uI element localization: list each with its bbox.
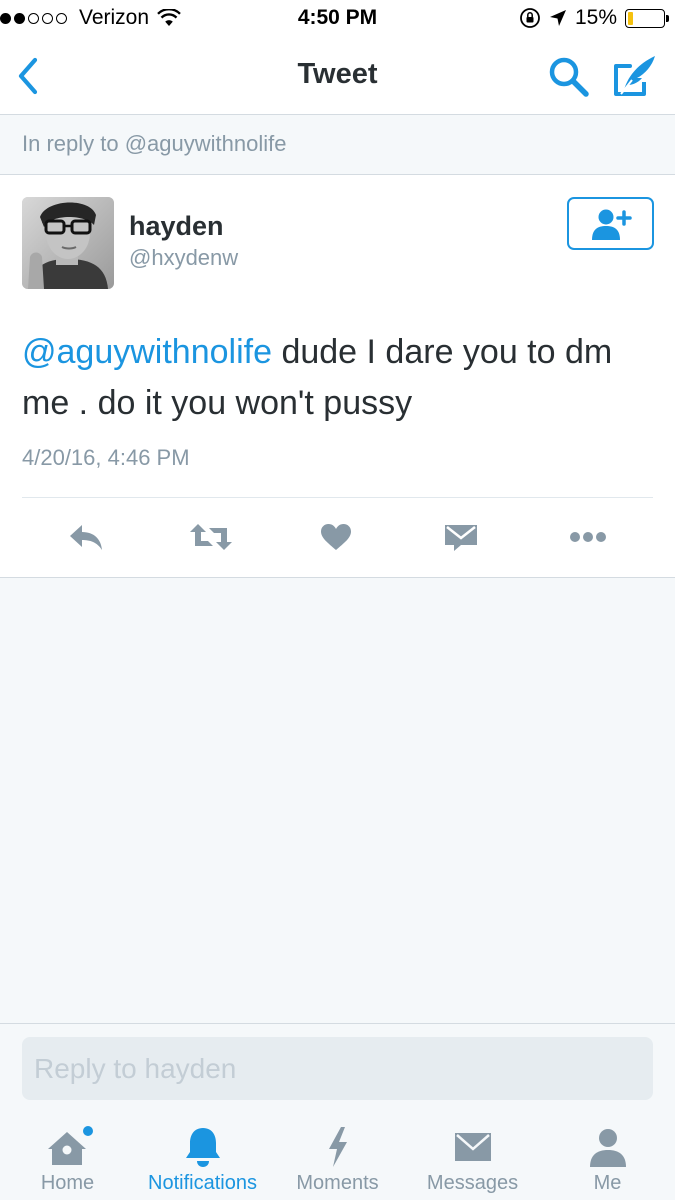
envelope-icon [454, 1133, 491, 1161]
battery-level-fill [628, 11, 633, 25]
author-handle[interactable]: @hxydenw [129, 245, 238, 271]
reply-icon [70, 525, 102, 550]
tab-messages[interactable]: Messages [405, 1115, 540, 1200]
in-reply-to-banner[interactable]: In reply to @aguywithnolife [0, 115, 675, 175]
add-user-icon [591, 209, 632, 240]
compose-icon[interactable] [612, 52, 658, 98]
tab-me[interactable]: Me [540, 1115, 675, 1200]
home-icon [47, 1126, 93, 1165]
tab-label: Messages [426, 1172, 519, 1194]
follow-button[interactable] [567, 197, 654, 250]
more-button[interactable] [558, 511, 618, 563]
like-icon [321, 524, 351, 550]
avatar[interactable] [22, 197, 114, 289]
battery-icon [625, 8, 669, 28]
divider [22, 497, 653, 498]
status-bar: Verizon 4:50 PM 15% [0, 0, 675, 38]
retweet-button[interactable] [181, 511, 241, 563]
tab-label: Notifications [148, 1172, 257, 1194]
tab-moments[interactable]: Moments [270, 1115, 405, 1200]
tab-label: Me [593, 1172, 622, 1194]
more-icon [570, 532, 606, 542]
location-arrow-icon [549, 10, 566, 26]
reply-button[interactable] [56, 511, 116, 563]
direct-message-icon [445, 525, 477, 551]
author-name[interactable]: hayden [129, 211, 224, 242]
reply-input[interactable] [22, 1037, 653, 1100]
retweet-icon [190, 524, 232, 550]
tweet-text: @aguywithnolife dude I dare you to dm me… [22, 327, 657, 429]
notification-badge [82, 1126, 93, 1136]
tab-bar: Home Notifications Moments Messages Me [0, 1115, 675, 1200]
avatar-photo [22, 197, 114, 289]
like-button[interactable] [306, 511, 366, 563]
tweet-actions [0, 511, 675, 563]
search-icon[interactable] [548, 56, 590, 98]
tab-home[interactable]: Home [0, 1115, 135, 1200]
tab-notifications[interactable]: Notifications [135, 1115, 270, 1200]
mention-link[interactable]: @aguywithnolife [22, 333, 272, 371]
bell-icon [185, 1128, 220, 1167]
lightning-icon [328, 1127, 347, 1167]
battery-percent: 15% [574, 6, 617, 29]
direct-message-button[interactable] [431, 511, 491, 563]
reply-bar [0, 1023, 675, 1115]
person-icon [589, 1129, 626, 1167]
tweet-timestamp: 4/20/16, 4:46 PM [22, 445, 190, 470]
rotation-lock-icon [520, 8, 540, 28]
tweet-card: hayden @hxydenw @aguywithnolife dude I d… [0, 175, 675, 578]
tab-label: Home [40, 1172, 95, 1194]
status-right: 15% [511, 6, 669, 30]
tab-label: Moments [296, 1172, 379, 1194]
nav-bar: Tweet [0, 38, 675, 115]
